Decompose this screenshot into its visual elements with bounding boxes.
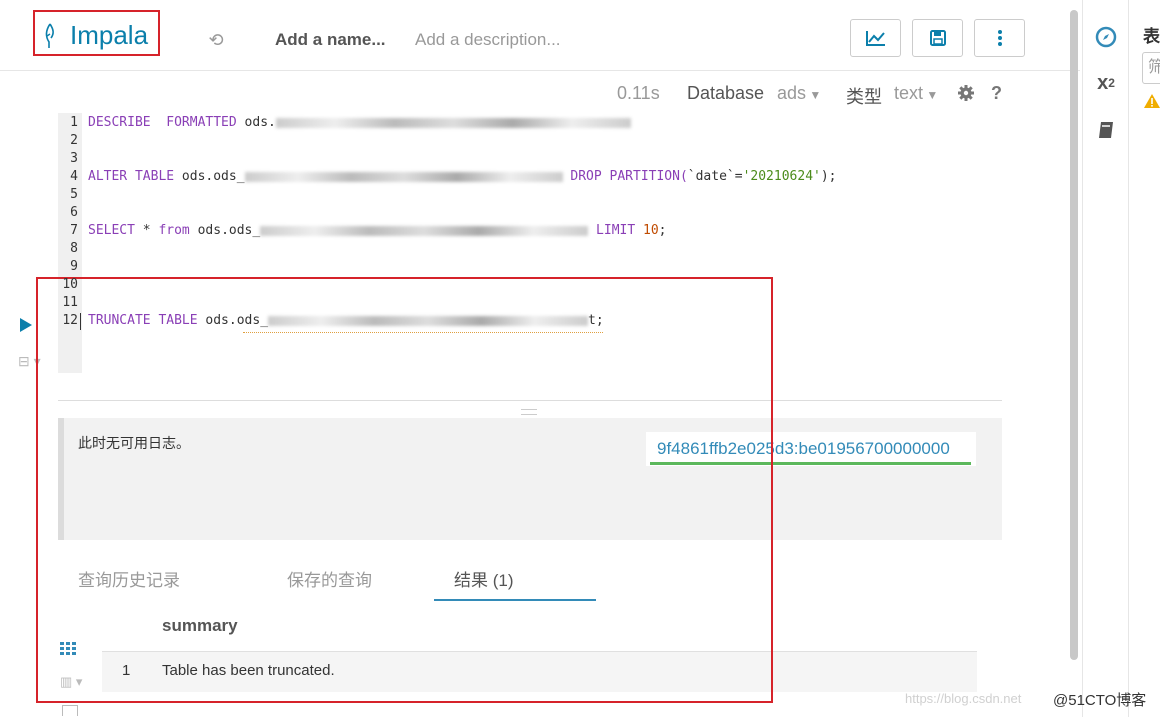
assist-panel-title: 表 <box>1143 27 1160 46</box>
compass-icon[interactable] <box>1093 24 1119 50</box>
assist-filter-input[interactable]: 筛 <box>1142 52 1160 84</box>
line-number: 1 <box>70 115 78 130</box>
line-number: 10 <box>62 277 78 292</box>
line-number: 11 <box>62 295 78 310</box>
line-number: 4 <box>70 169 78 184</box>
type-value: text <box>894 83 924 103</box>
play-icon[interactable] <box>20 318 32 332</box>
database-label: Database <box>687 83 765 103</box>
database-value: ads <box>777 83 807 103</box>
line-number: 6 <box>70 205 78 220</box>
code-line-7[interactable]: SELECT * from ods.ods_ LIMIT 10; <box>88 222 667 240</box>
query-description-input[interactable]: Add a description... <box>415 30 561 50</box>
watermark-brand: @51CTO博客 <box>1053 692 1147 709</box>
execution-time: 0.11s <box>617 83 660 103</box>
highlight-annotation-box <box>36 277 773 703</box>
line-number: 3 <box>70 151 78 166</box>
type-label: 类型 <box>846 87 882 107</box>
editor-type-title: Impala <box>70 20 149 50</box>
chevron-down-icon: ▼ <box>923 88 939 102</box>
line-number: 5 <box>70 187 78 202</box>
more-options-button[interactable] <box>974 19 1025 57</box>
line-number: 12 <box>62 313 78 328</box>
chevron-down-icon: ▼ <box>806 88 822 102</box>
line-chart-icon <box>865 31 885 46</box>
impala-logo-icon <box>45 23 54 48</box>
chart-button[interactable] <box>850 19 901 57</box>
warning-icon <box>1144 94 1160 108</box>
code-line-1[interactable]: DESCRIBE FORMATTED ods. <box>88 114 631 132</box>
floppy-disk-icon <box>929 30 946 46</box>
table-icon[interactable] <box>62 705 78 716</box>
panel-divider <box>1128 0 1129 717</box>
save-button[interactable] <box>912 19 963 57</box>
code-line-4[interactable]: ALTER TABLE ods.ods_ DROP PARTITION(`dat… <box>88 168 837 186</box>
line-number: 2 <box>70 133 78 148</box>
query-name-input[interactable]: Add a name... <box>275 30 386 50</box>
line-number: 7 <box>70 223 78 238</box>
line-number: 9 <box>70 259 78 274</box>
book-icon[interactable] <box>1093 117 1119 143</box>
vertical-dots-icon <box>997 30 1002 46</box>
vertical-scrollbar[interactable] <box>1070 10 1078 660</box>
watermark-url: https://blog.csdn.net <box>905 691 1022 706</box>
help-icon[interactable]: ? <box>991 83 1002 104</box>
database-selector[interactable]: ads ▼ <box>777 83 821 104</box>
gear-icon[interactable] <box>957 84 975 102</box>
history-icon[interactable]: ⟲ <box>206 30 226 50</box>
type-selector[interactable]: text ▼ <box>894 83 938 104</box>
panel-divider <box>1082 0 1083 717</box>
functions-icon[interactable]: x2 <box>1093 70 1119 96</box>
line-number: 8 <box>70 241 78 256</box>
